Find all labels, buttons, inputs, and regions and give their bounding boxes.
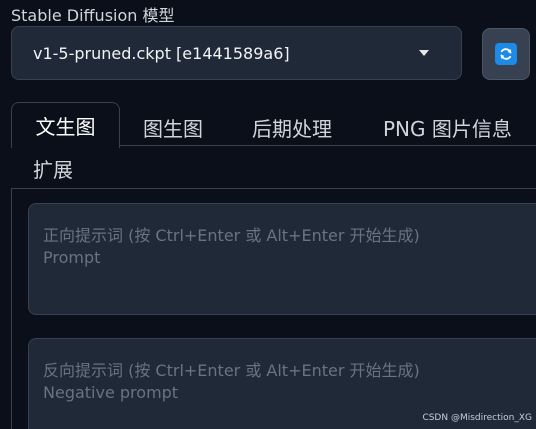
tab-extras[interactable]: 后期处理 — [252, 113, 332, 142]
refresh-icon — [495, 43, 517, 65]
negative-prompt-hint: 反向提示词 (按 Ctrl+Enter 或 Alt+Enter 开始生成) — [43, 361, 420, 380]
panel-top-border — [11, 188, 536, 189]
model-dropdown-value: v1-5-pruned.ckpt [e1441589a6] — [33, 43, 290, 63]
chevron-down-icon — [419, 50, 429, 56]
watermark: CSDN @Misdirection_XG — [422, 413, 532, 423]
tab-extensions[interactable]: 扩展 — [33, 154, 73, 183]
model-label: Stable Diffusion 模型 — [11, 6, 175, 25]
tab-img2img[interactable]: 图生图 — [143, 113, 203, 142]
prompt-placeholder: Prompt — [43, 248, 101, 267]
tab-txt2img[interactable]: 文生图 — [11, 102, 120, 148]
webui-root: Stable Diffusion 模型 v1-5-pruned.ckpt [e1… — [0, 0, 536, 429]
tab-divider — [120, 145, 536, 146]
tab-png-info[interactable]: PNG 图片信息 — [383, 113, 512, 142]
negative-prompt-placeholder: Negative prompt — [43, 383, 179, 402]
refresh-models-button[interactable] — [482, 28, 530, 80]
prompt-textarea[interactable]: 正向提示词 (按 Ctrl+Enter 或 Alt+Enter 开始生成) Pr… — [28, 203, 536, 315]
prompt-hint: 正向提示词 (按 Ctrl+Enter 或 Alt+Enter 开始生成) — [43, 226, 420, 245]
model-dropdown[interactable]: v1-5-pruned.ckpt [e1441589a6] — [11, 26, 462, 80]
panel-left-border — [11, 188, 12, 429]
